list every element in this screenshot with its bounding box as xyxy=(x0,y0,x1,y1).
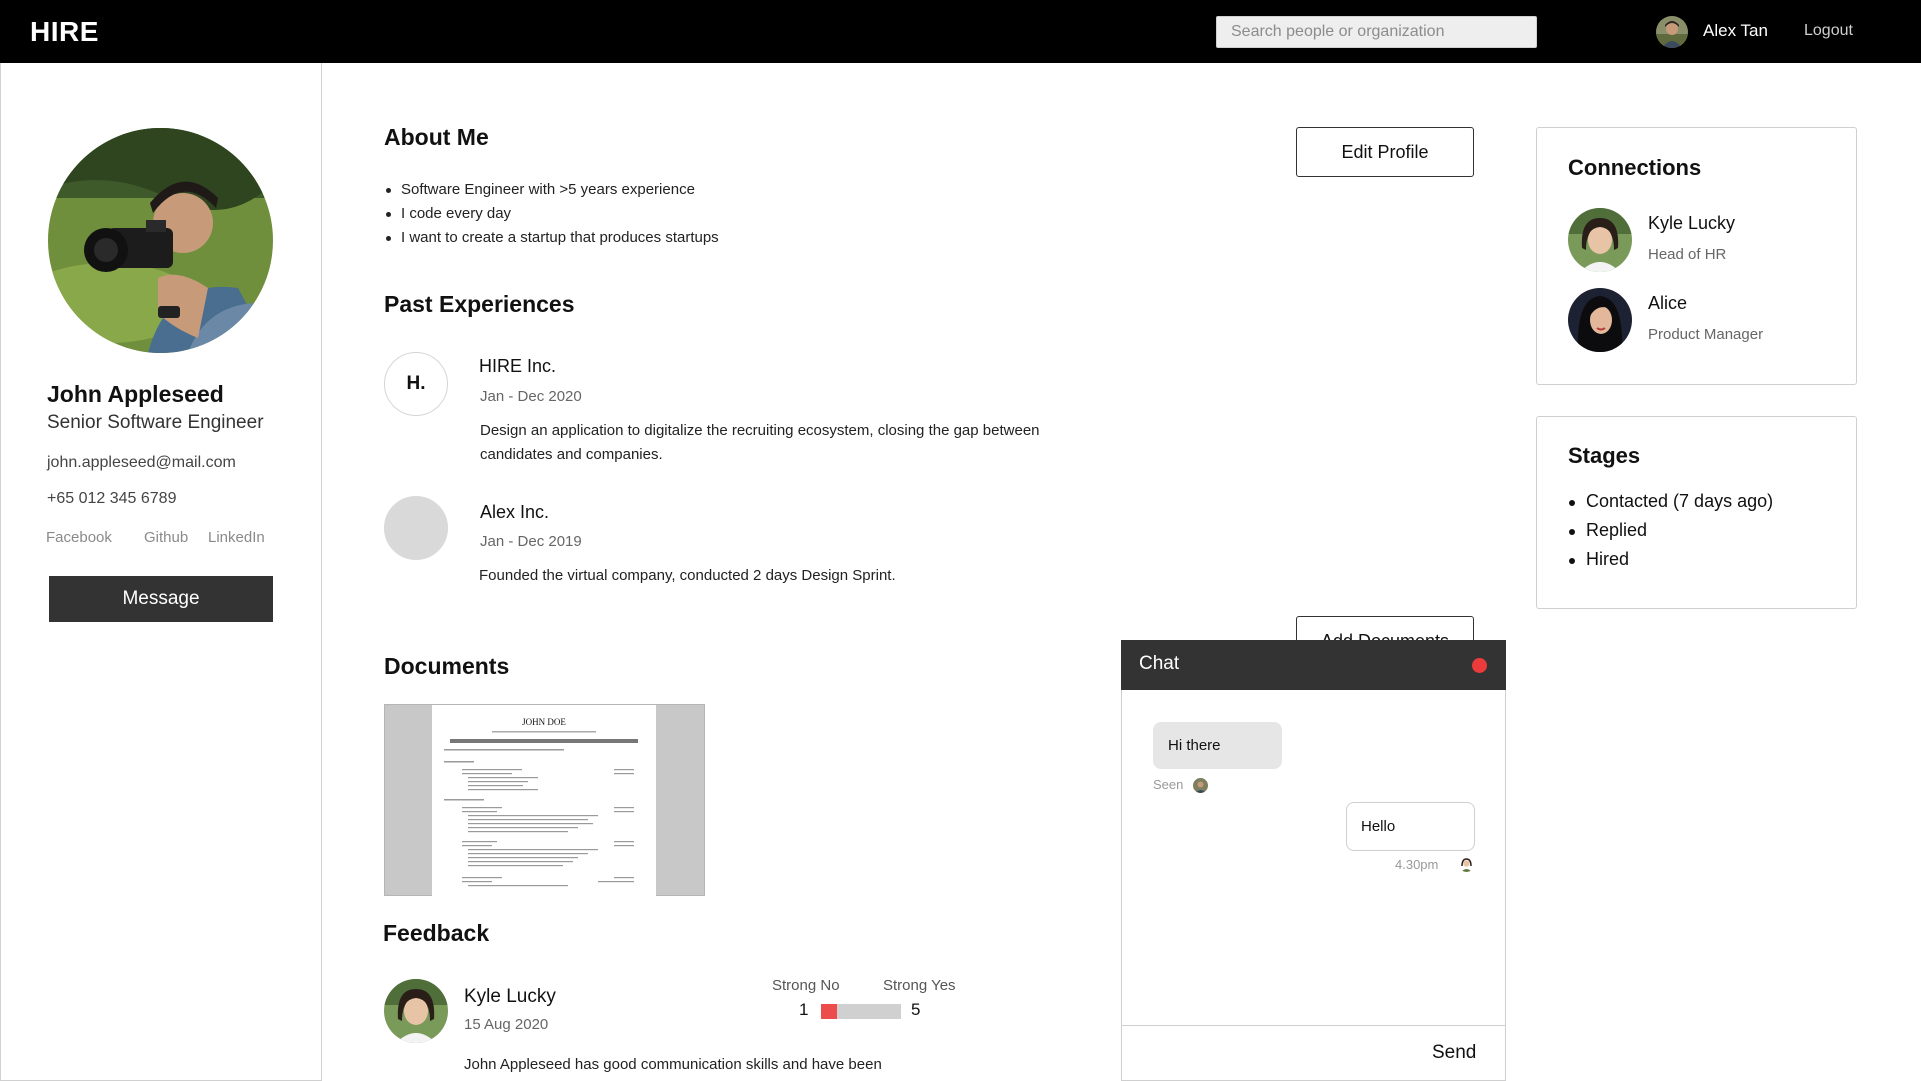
profile-title: Senior Software Engineer xyxy=(47,412,264,433)
chat-close-dot[interactable] xyxy=(1472,658,1487,673)
feedback-text: John Appleseed has good communication sk… xyxy=(464,1056,882,1073)
message-time: 4.30pm xyxy=(1395,857,1439,872)
connection-avatar-image xyxy=(1568,288,1632,352)
experience-company: Alex Inc. xyxy=(480,502,550,522)
reviewer-name: Kyle Lucky xyxy=(464,986,556,1007)
search-input[interactable] xyxy=(1216,16,1537,48)
about-list: Software Engineer with >5 years experien… xyxy=(384,178,719,250)
documents-title: Documents xyxy=(384,653,510,679)
resume-document-thumbnail[interactable]: JOHN DOE xyxy=(384,704,705,897)
feedback-date: 15 Aug 2020 xyxy=(464,1016,549,1033)
user-avatar-image xyxy=(1656,16,1688,48)
seen-avatar-image xyxy=(1193,778,1208,793)
company-logo: H. xyxy=(384,352,448,416)
stage-item: Hired xyxy=(1568,545,1773,574)
top-navbar: HIRE Alex Tan Logout xyxy=(0,0,1921,63)
seen-status: Seen xyxy=(1153,777,1184,792)
edit-profile-button[interactable]: Edit Profile xyxy=(1296,127,1474,177)
resume-lines xyxy=(444,731,638,887)
feedback-title: Feedback xyxy=(383,920,490,946)
logout-link[interactable]: Logout xyxy=(1804,22,1853,40)
profile-photo xyxy=(48,128,273,353)
connection-avatar[interactable] xyxy=(1568,288,1632,352)
experience-description: Founded the virtual company, conducted 2… xyxy=(479,567,896,584)
profile-name: John Appleseed xyxy=(47,381,224,407)
stages-card: Stages Contacted (7 days ago) Replied Hi… xyxy=(1536,416,1857,609)
profile-email[interactable]: john.appleseed@mail.com xyxy=(47,454,236,472)
connection-role: Head of HR xyxy=(1648,246,1727,263)
experience-dates: Jan - Dec 2019 xyxy=(480,533,582,550)
experience-description: Design an application to digitalize the … xyxy=(480,422,1040,463)
rating-bar-fill xyxy=(821,1004,837,1019)
profile-sidebar: John Appleseed Senior Software Engineer … xyxy=(0,63,322,1081)
linkedin-link[interactable]: LinkedIn xyxy=(208,529,265,546)
rating-bar xyxy=(821,1004,901,1019)
stages-list: Contacted (7 days ago) Replied Hired xyxy=(1568,487,1773,574)
incoming-message: Hi there xyxy=(1153,722,1282,769)
github-link[interactable]: Github xyxy=(144,529,188,546)
facebook-link[interactable]: Facebook xyxy=(46,529,112,546)
sender-avatar-image xyxy=(1459,857,1474,872)
chat-title: Chat xyxy=(1139,653,1180,674)
about-title: About Me xyxy=(384,124,489,150)
connection-name[interactable]: Alice xyxy=(1648,293,1687,314)
user-name[interactable]: Alex Tan xyxy=(1703,21,1768,41)
stages-title: Stages xyxy=(1568,443,1641,468)
experience-company: HIRE Inc. xyxy=(479,356,557,376)
scale-low-label: Strong No xyxy=(772,977,840,994)
company-logo xyxy=(384,496,448,560)
connection-name[interactable]: Kyle Lucky xyxy=(1648,213,1735,234)
outgoing-message: Hello xyxy=(1346,802,1475,851)
app-logo[interactable]: HIRE xyxy=(30,16,99,48)
reviewer-avatar-image xyxy=(384,979,448,1043)
stage-item: Replied xyxy=(1568,516,1773,545)
connections-title: Connections xyxy=(1568,155,1702,180)
chat-divider xyxy=(1122,1025,1505,1026)
chat-header: Chat xyxy=(1121,640,1506,690)
profile-photo-image xyxy=(48,128,273,353)
reviewer-avatar xyxy=(384,979,448,1043)
scale-max: 5 xyxy=(911,1000,921,1019)
chat-panel: Chat Hi there Seen Hello 4.30pm Send xyxy=(1121,640,1506,1081)
scale-min: 1 xyxy=(799,1000,809,1019)
about-item: I code every day xyxy=(384,202,719,226)
connection-avatar-image xyxy=(1568,208,1632,272)
message-button[interactable]: Message xyxy=(49,576,273,622)
experiences-title: Past Experiences xyxy=(384,291,575,317)
sender-avatar xyxy=(1459,857,1474,872)
resume-page: JOHN DOE xyxy=(432,705,656,897)
about-item: Software Engineer with >5 years experien… xyxy=(384,178,719,202)
connection-role: Product Manager xyxy=(1648,326,1764,343)
profile-phone: +65 012 345 6789 xyxy=(47,490,177,507)
send-button[interactable]: Send xyxy=(1432,1042,1476,1064)
about-item: I want to create a startup that produces… xyxy=(384,226,719,250)
connection-avatar[interactable] xyxy=(1568,208,1632,272)
chat-message-input[interactable] xyxy=(1122,1027,1422,1080)
stage-item: Contacted (7 days ago) xyxy=(1568,487,1773,516)
seen-avatar xyxy=(1193,778,1208,793)
connections-card: Connections Kyle Lucky Head of HR Alice … xyxy=(1536,127,1857,385)
scale-high-label: Strong Yes xyxy=(883,977,956,994)
experience-dates: Jan - Dec 2020 xyxy=(480,388,582,405)
user-avatar[interactable] xyxy=(1656,16,1688,48)
